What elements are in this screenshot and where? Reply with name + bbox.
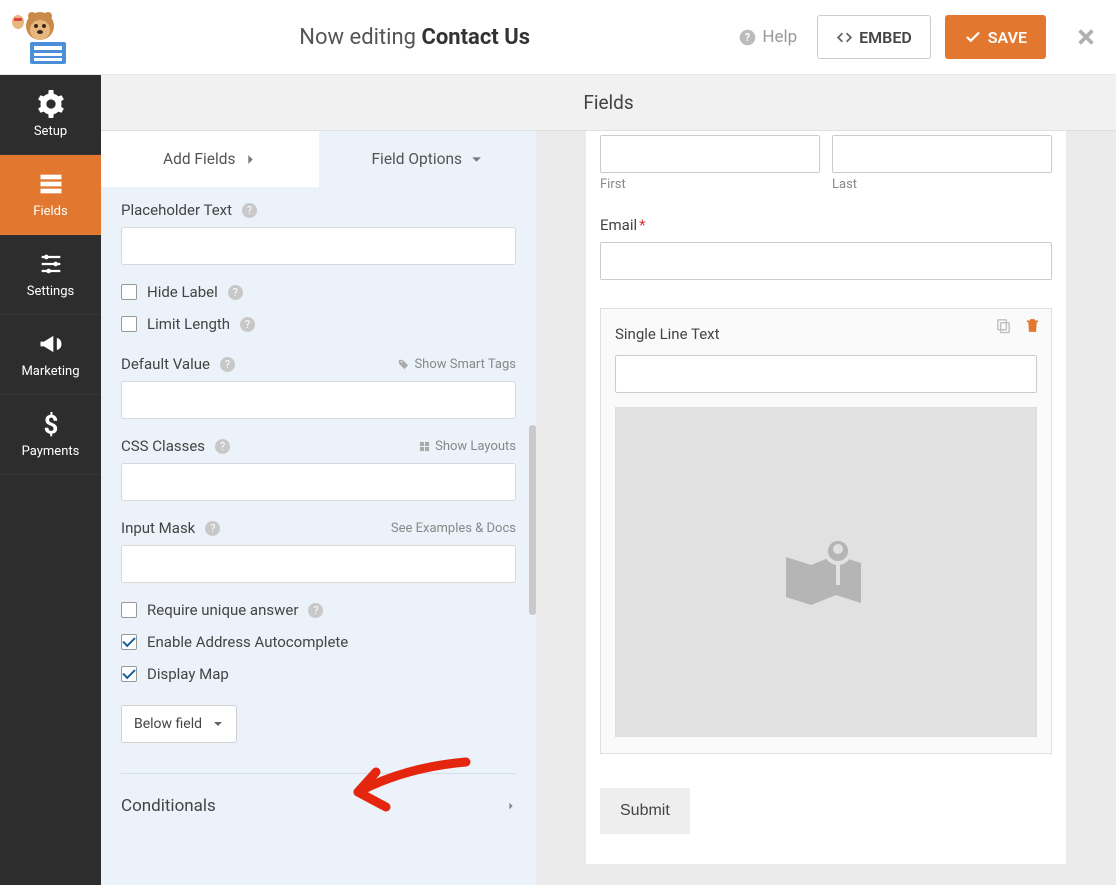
form-preview-canvas: First Last Email* (536, 131, 1116, 885)
section-conditionals[interactable]: Conditionals (121, 790, 516, 822)
tag-icon (398, 359, 409, 370)
checkbox[interactable] (121, 602, 137, 618)
first-sublabel: First (600, 177, 820, 192)
help-icon[interactable]: ? (308, 603, 323, 618)
tab-field-options[interactable]: Field Options (319, 131, 537, 187)
panel-body: Placeholder Text? Hide Label ? Limit Len… (101, 187, 536, 885)
help-icon[interactable]: ? (220, 357, 235, 372)
trash-icon[interactable] (1024, 317, 1041, 334)
close-icon (1075, 26, 1097, 48)
topbar: Now editing Contact Us ? Help EMBED SAVE (0, 0, 1116, 75)
code-icon (836, 29, 853, 46)
css-classes-input[interactable] (121, 463, 516, 501)
scrollbar[interactable] (529, 425, 536, 615)
smart-tags-link[interactable]: Show Smart Tags (398, 357, 516, 372)
chevron-down-icon (470, 153, 483, 166)
save-button[interactable]: SAVE (945, 15, 1046, 59)
svg-text:?: ? (745, 31, 750, 44)
options-panel: Add Fields Field Options Placeholder Tex… (101, 131, 536, 885)
email-input[interactable] (600, 242, 1052, 280)
chevron-right-icon (244, 153, 257, 166)
form-name: Contact Us (421, 25, 530, 50)
embed-button[interactable]: EMBED (817, 15, 931, 59)
panel-tabs: Add Fields Field Options (101, 131, 536, 187)
help-icon[interactable]: ? (240, 317, 255, 332)
gear-icon (37, 90, 65, 118)
option-default-value: Default Value? Show Smart Tags (121, 355, 516, 419)
input-mask-input[interactable] (121, 545, 516, 583)
main: Fields Add Fields Field Options (101, 75, 1116, 885)
examples-docs-link[interactable]: See Examples & Docs (391, 521, 516, 536)
checkbox-checked[interactable] (121, 666, 137, 682)
help-icon[interactable]: ? (205, 521, 220, 536)
subheader: Fields (101, 75, 1116, 131)
page-title: Now editing Contact Us (90, 25, 739, 50)
display-map-position-select[interactable]: Below field (121, 705, 237, 743)
help-icon[interactable]: ? (242, 203, 257, 218)
show-layouts-link[interactable]: Show Layouts (419, 439, 516, 454)
submit-button[interactable]: Submit (600, 788, 690, 834)
sidebar-item-marketing[interactable]: Marketing (0, 315, 101, 395)
workspace: Add Fields Field Options Placeholder Tex… (101, 131, 1116, 885)
option-require-unique[interactable]: Require unique answer ? (121, 601, 516, 619)
sidebar-item-payments[interactable]: $ Payments (0, 395, 101, 475)
bullhorn-icon (37, 330, 65, 358)
option-autocomplete[interactable]: Enable Address Autocomplete (121, 633, 516, 651)
option-css-classes: CSS Classes? Show Layouts (121, 437, 516, 501)
checkbox[interactable] (121, 284, 137, 300)
content: Setup Fields Settings Marketing $ Paymen… (0, 75, 1116, 885)
last-name-input[interactable] (832, 135, 1052, 173)
name-field: First Last (600, 135, 1052, 192)
svg-text:$: $ (43, 410, 58, 438)
last-sublabel: Last (832, 177, 1052, 192)
single-line-input[interactable] (615, 355, 1037, 393)
sliders-icon (37, 250, 65, 278)
help-icon: ? (739, 29, 756, 46)
grid-icon (419, 441, 430, 452)
close-button[interactable] (1074, 25, 1098, 49)
form-icon (37, 170, 65, 198)
email-field: Email* (600, 216, 1052, 280)
placeholder-text-input[interactable] (121, 227, 516, 265)
checkbox[interactable] (121, 316, 137, 332)
sidebar-item-fields[interactable]: Fields (0, 155, 101, 235)
map-preview (615, 407, 1037, 737)
sidebar-item-setup[interactable]: Setup (0, 75, 101, 155)
editing-prefix: Now editing (299, 25, 421, 50)
map-icon (776, 527, 876, 617)
chevron-down-icon (212, 718, 224, 730)
dollar-icon: $ (37, 410, 65, 438)
divider (121, 773, 516, 774)
option-limit-length[interactable]: Limit Length ? (121, 315, 516, 333)
help-icon[interactable]: ? (228, 285, 243, 300)
chevron-right-icon (506, 799, 516, 813)
default-value-input[interactable] (121, 381, 516, 419)
form-card: First Last Email* (586, 131, 1066, 864)
help-link[interactable]: ? Help (739, 27, 797, 47)
subheader-title: Fields (583, 91, 633, 114)
option-placeholder-text: Placeholder Text? (121, 201, 516, 265)
first-name-input[interactable] (600, 135, 820, 173)
selected-field-block[interactable]: Single Line Text (600, 308, 1052, 754)
field-label: Single Line Text (615, 325, 1037, 343)
help-icon[interactable]: ? (215, 439, 230, 454)
check-icon (964, 28, 982, 46)
option-input-mask: Input Mask? See Examples & Docs (121, 519, 516, 583)
checkbox-checked[interactable] (121, 634, 137, 650)
option-display-map[interactable]: Display Map (121, 665, 516, 683)
tab-add-fields[interactable]: Add Fields (101, 131, 319, 187)
sidebar: Setup Fields Settings Marketing $ Paymen… (0, 75, 101, 885)
sidebar-item-settings[interactable]: Settings (0, 235, 101, 315)
field-actions (995, 317, 1041, 334)
brand-logo (10, 8, 90, 66)
option-hide-label[interactable]: Hide Label ? (121, 283, 516, 301)
required-mark: * (639, 216, 645, 234)
duplicate-icon[interactable] (995, 317, 1012, 334)
